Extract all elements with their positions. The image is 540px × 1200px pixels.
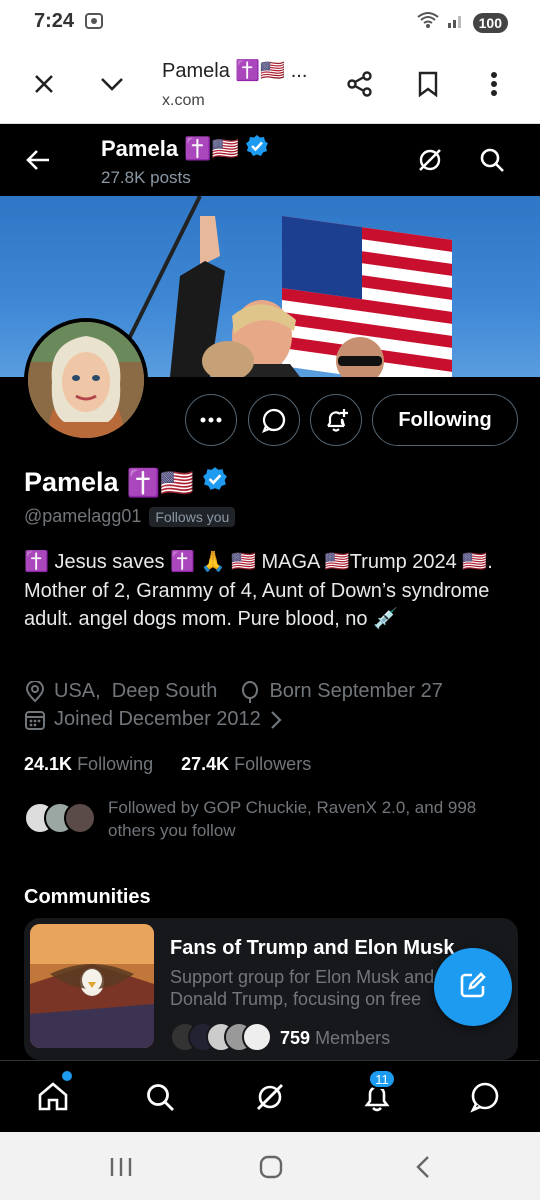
compose-post-button[interactable] xyxy=(434,948,512,1026)
community-name: Fans of Trump and Elon Musk xyxy=(170,937,455,959)
wifi-icon xyxy=(417,11,439,34)
profile-bio: ✝️ Jesus saves ✝️ 🙏 🇺🇸 MAGA 🇺🇸Trump 2024… xyxy=(24,551,493,630)
bookmark-icon[interactable] xyxy=(408,64,448,104)
grok-icon[interactable] xyxy=(250,1077,290,1117)
screen-record-icon xyxy=(84,11,104,31)
community-member-avatars xyxy=(170,1022,272,1054)
profile-name-emoji: ✝️🇺🇸 xyxy=(126,467,194,498)
battery-indicator: 100 xyxy=(472,12,508,33)
browser-toolbar: Pamela ✝️🇺🇸 ... x.com xyxy=(0,44,540,124)
following-button[interactable]: Following xyxy=(372,394,518,446)
home-icon[interactable] xyxy=(33,1077,73,1117)
back-arrow-icon[interactable] xyxy=(18,140,58,180)
calendar-icon xyxy=(24,709,46,731)
profile-name: Pamela ✝️🇺🇸 xyxy=(24,466,228,499)
followed-by-row[interactable]: Followed by GOP Chuckie, RavenX 2.0, and… xyxy=(24,796,524,846)
profile-header: Pamela ✝️🇺🇸 27.8K posts xyxy=(0,124,540,196)
community-image xyxy=(30,924,154,1048)
header-emoji: ✝️🇺🇸 xyxy=(184,136,239,161)
profile-avatar[interactable] xyxy=(24,318,148,442)
community-members: 759 Members xyxy=(170,1022,390,1054)
follows-you-badge: Follows you xyxy=(149,506,236,527)
more-actions-button[interactable] xyxy=(185,394,237,446)
message-button[interactable] xyxy=(248,394,300,446)
status-bar: 7:24 100 xyxy=(0,0,540,44)
communities-heading: Communities xyxy=(24,886,151,908)
chevron-down-icon[interactable] xyxy=(92,64,132,104)
profile-handle: @pamelagg01 xyxy=(24,506,142,526)
followed-by-text: Followed by GOP Chuckie, RavenX 2.0, and… xyxy=(108,798,477,840)
profile-joined: Joined December 2012 xyxy=(54,708,261,730)
browser-url: x.com xyxy=(162,92,205,109)
profile-meta-row-2[interactable]: Joined December 2012 xyxy=(24,708,291,731)
share-icon[interactable] xyxy=(340,64,380,104)
posts-count: 27.8K posts xyxy=(101,168,191,187)
community-members-count: 759 xyxy=(280,1027,311,1048)
compose-icon xyxy=(458,970,488,1005)
home-button-icon[interactable] xyxy=(256,1152,286,1182)
messages-icon[interactable] xyxy=(465,1077,505,1117)
search-icon[interactable] xyxy=(472,140,512,180)
profile-handle-row: @pamelagg01 Follows you xyxy=(24,506,236,527)
follow-counts: 24.1K Following 27.4K Followers xyxy=(24,754,311,775)
home-unread-dot xyxy=(62,1071,72,1081)
search-icon[interactable] xyxy=(140,1077,180,1117)
grok-icon[interactable] xyxy=(410,140,450,180)
profile-birthday: Born September 27 xyxy=(269,680,443,702)
followed-by-avatars xyxy=(24,802,96,836)
more-options-icon[interactable] xyxy=(474,64,514,104)
verified-badge-icon xyxy=(245,134,269,164)
following-count-link[interactable]: 24.1K Following xyxy=(24,754,153,775)
community-members-label: Members xyxy=(315,1027,391,1048)
header-name: Pamela ✝️🇺🇸 xyxy=(101,134,269,164)
status-time: 7:24 xyxy=(34,10,75,32)
avatar xyxy=(242,1022,272,1052)
avatar xyxy=(64,802,96,834)
android-nav-bar xyxy=(0,1132,540,1200)
notify-bell-button[interactable] xyxy=(310,394,362,446)
followers-count-link[interactable]: 27.4K Followers xyxy=(181,754,311,775)
recent-apps-icon[interactable] xyxy=(106,1152,136,1182)
verified-badge-icon[interactable] xyxy=(202,466,228,499)
profile-location: USA, Deep South xyxy=(54,680,218,702)
signal-icon xyxy=(447,12,465,33)
browser-page-title: Pamela ✝️🇺🇸 ... xyxy=(162,60,308,82)
location-pin-icon xyxy=(24,680,46,703)
back-nav-icon[interactable] xyxy=(408,1152,438,1182)
balloon-icon xyxy=(239,680,261,703)
profile-meta-row-1: USA, Deep South Born September 27 xyxy=(24,680,443,703)
bottom-nav: 11 xyxy=(0,1060,540,1132)
chevron-right-icon xyxy=(269,709,291,731)
close-icon[interactable] xyxy=(24,64,64,104)
notifications-badge: 11 xyxy=(368,1069,396,1089)
